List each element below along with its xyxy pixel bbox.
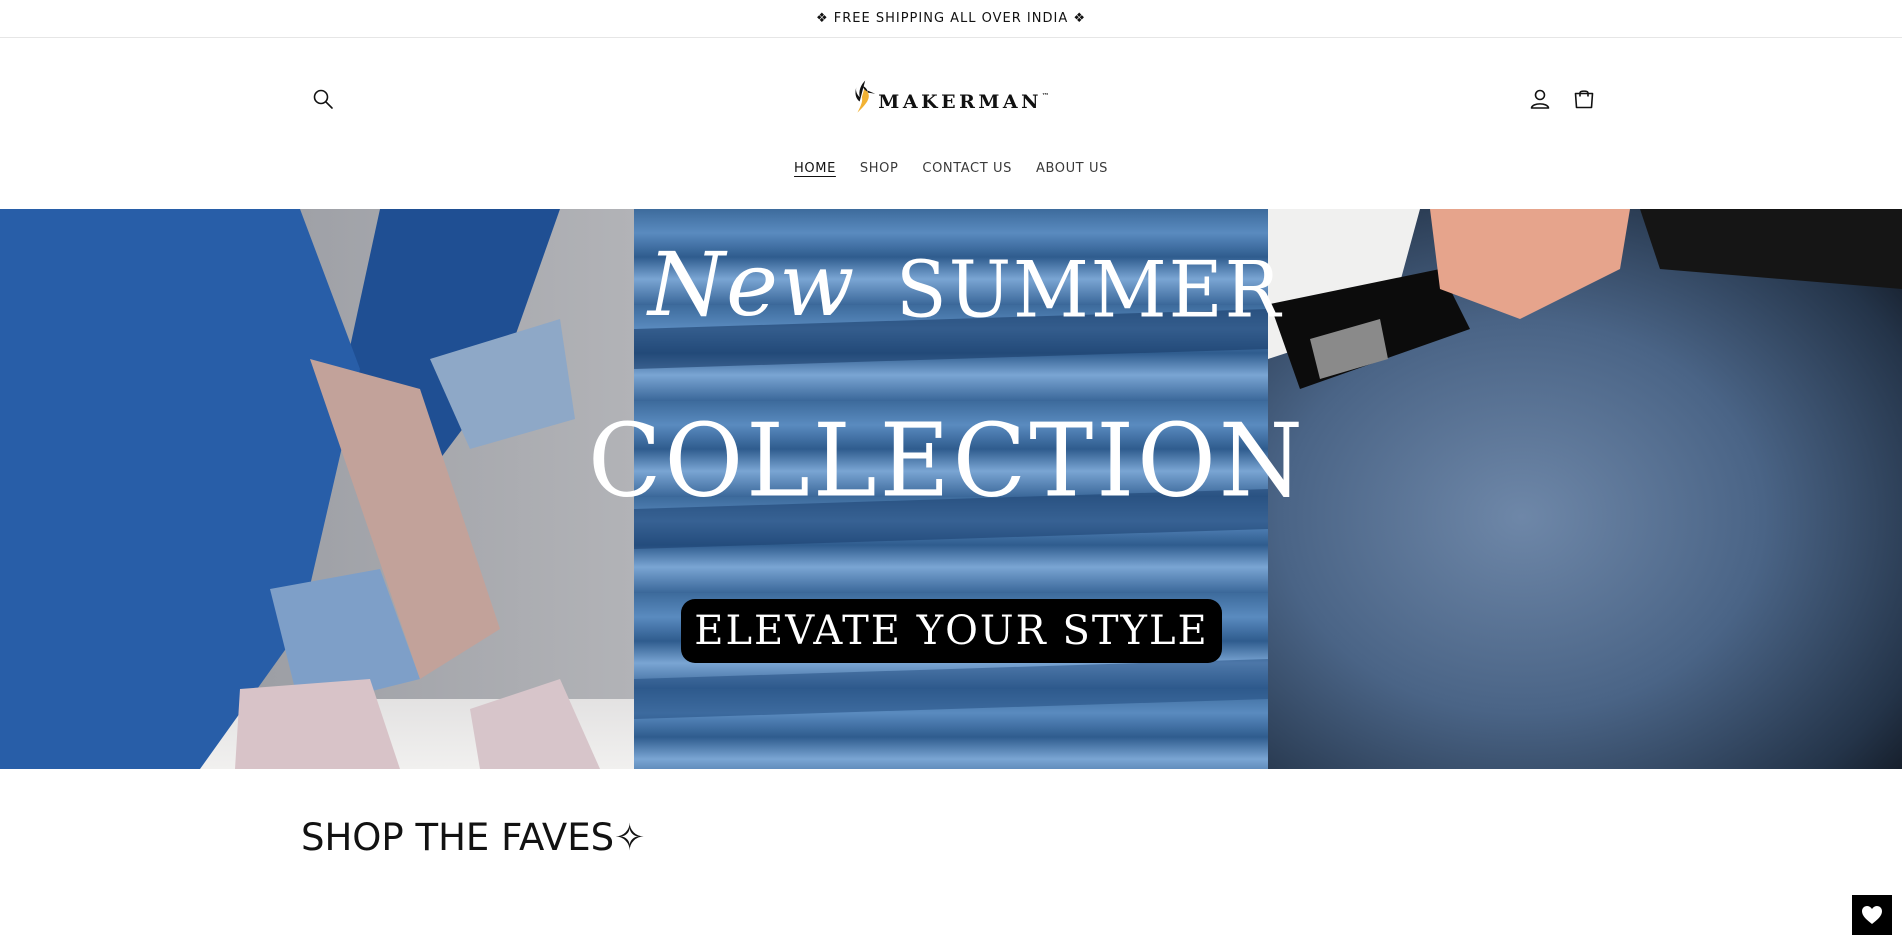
nav-item-shop[interactable]: SHOP [848,157,911,180]
wishlist-floating-button[interactable] [1852,895,1892,935]
search-button[interactable] [308,84,338,114]
account-button[interactable] [1524,83,1556,115]
cart-button[interactable] [1568,83,1600,115]
cart-icon [1574,90,1594,109]
section-title: SHOP THE FAVES✧ [301,816,646,859]
site-logo[interactable]: MAKERMAN™ [853,63,1049,129]
heart-icon [1862,906,1882,924]
nav-item-contact-us[interactable]: CONTACT US [910,157,1024,180]
search-icon [313,89,333,109]
nav-item-about-us[interactable]: ABOUT US [1024,157,1120,180]
announcement-text: ❖ FREE SHIPPING ALL OVER INDIA ❖ [815,11,1087,26]
account-icon [1530,89,1550,109]
nav-item-home[interactable]: HOME [782,157,848,180]
announcement-bar: ❖ FREE SHIPPING ALL OVER INDIA ❖ [0,0,1902,38]
hummingbird-logo-icon [855,80,876,113]
hero-banner[interactable]: New SUMMER COLLECTION ELEVATE YOUR STYLE [0,209,1902,769]
main-nav: HOME SHOP CONTACT US ABOUT US [0,157,1902,180]
hero-decoration [0,209,1902,769]
logo-wordmark: MAKERMAN™ [878,91,1049,113]
site-header: MAKERMAN™ HOME SHOP CONTACT US ABOUT US [0,39,1902,209]
